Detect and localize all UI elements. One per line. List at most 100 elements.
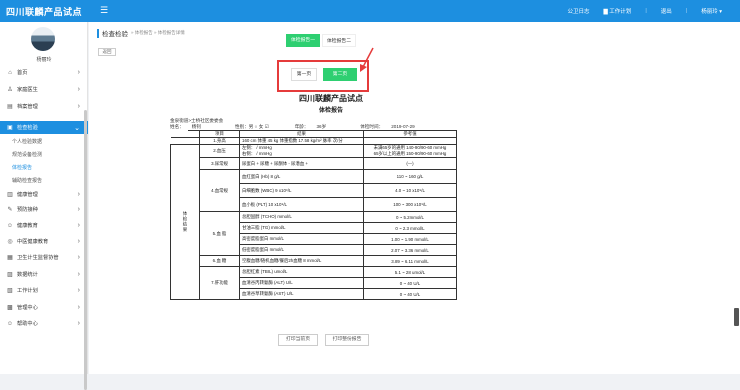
ref-cell: 0 ~ 40 U/L (363, 277, 457, 289)
ref-cell: 4.0 ~ 10 x10⁹/L (363, 183, 457, 198)
sidebar-item-3[interactable]: ▣ 检查检验 ⌄ (0, 121, 88, 134)
ref-cell: 0 ~ 2.3 mmol/L (363, 222, 457, 234)
nav-icon: ⌂ (8, 69, 12, 76)
page-2-button[interactable]: 第二页 (323, 68, 357, 81)
sidebar-item-label: 管理中心 (17, 305, 38, 311)
ref-cell (363, 137, 457, 145)
chevron-icon: › (77, 271, 80, 278)
sidebar-item-4[interactable]: ▥ 健康管理 › (0, 188, 88, 201)
ref-cell: (—) (363, 157, 457, 170)
ref-cell: 2.07 ~ 3.36 mmol/L (363, 244, 457, 256)
sidebar-item-5[interactable]: ✎ 预防接种 › (0, 203, 88, 216)
sidebar-item-2[interactable]: ▤ 档案管理 › (0, 100, 88, 113)
table-header: 项目 结果 参考值 (170, 130, 457, 138)
print-current-button[interactable]: 打印当前页 (278, 334, 318, 346)
table-row: 7.肝功能 总胆红素 (TBIL) umol/L 5.1 ~ 28 umol/L (171, 266, 457, 300)
ref-cell: 110 ~ 160 g/L (363, 169, 457, 184)
log-link[interactable]: 公卫日志 (568, 7, 590, 15)
sidebar-item-0[interactable]: ⌂ 首页 › (0, 66, 88, 79)
item-cell: 6.血 糖 (199, 255, 240, 267)
chevron-icon: › (77, 69, 80, 76)
result-cell: 甘油三脂 (TG) mmol/L (239, 222, 364, 234)
result-cell: 空腹血糖/随机血糖/餐后2h血糖 8 mmol/L (239, 255, 364, 267)
logout-link[interactable]: 退出 (661, 7, 672, 15)
result-cell: 白细胞数 (WBC) 9 x10⁹/L (239, 183, 364, 198)
sidebar-subitem-2[interactable]: 体检报告 (0, 162, 88, 173)
ref-cell: 1.00 ~ 1.90 mmol/L (363, 233, 457, 245)
sidebar-subitem-0[interactable]: 个人检验数据 (0, 136, 88, 147)
user-menu[interactable]: 杨丽玲 ▾ (701, 7, 722, 15)
sidebar-item-label: 检查检验 (17, 125, 38, 131)
result-cell: 血清谷草转氨酶 (AST) U/L (239, 288, 364, 300)
ref-cell: 5.1 ~ 28 umol/L (363, 266, 457, 278)
chevron-icon: › (77, 254, 80, 261)
breadcrumb-bar (97, 28, 99, 38)
report-tab-2[interactable]: 体检报告二 (322, 34, 356, 47)
report-tab-1[interactable]: 体检报告一 (286, 34, 320, 47)
item-cell: 2.血压 (199, 144, 240, 158)
header-cell: 项目 (199, 130, 240, 138)
item-cell: 4.血常规 (199, 169, 240, 212)
nav-icon: ▣ (7, 125, 13, 131)
sidebar-item-label: 档案管理 (17, 104, 38, 110)
sidebar-scrollbar[interactable] (84, 110, 87, 390)
nav-icon: ☺ (6, 320, 14, 327)
sidebar-item-12[interactable]: ☺ 帮助中心 › (0, 317, 88, 330)
side-cell (170, 130, 200, 138)
result-cell: 左侧： / mmHg 右侧： / mmHg (239, 144, 364, 158)
nav-icon: ▥ (7, 192, 13, 198)
result-cell: 低密度脂蛋白 mmol/L (239, 244, 364, 256)
sidebar-item-label: 健康教育 (17, 223, 38, 229)
sidebar-item-7[interactable]: ◎ 中医健康教育 › (0, 235, 88, 248)
menu-icon[interactable]: ☰ (100, 6, 110, 15)
avatar (31, 27, 55, 51)
item-cell: 1.身高 (199, 137, 240, 145)
plan-link[interactable]: ▇ 工作计划 (604, 7, 632, 15)
sidebar-item-label: 帮助中心 (17, 321, 38, 327)
brand-title: 四川联麟产品试点 (6, 7, 83, 17)
back-button[interactable]: 返回 (98, 48, 116, 56)
item-cell: 7.肝功能 (199, 266, 240, 300)
top-bar: 四川联麟产品试点 ☰ 公卫日志 ▇ 工作计划 | 退出 | 杨丽玲 ▾ (0, 0, 740, 22)
side-cell (170, 137, 200, 145)
sidebar-item-1[interactable]: ♙ 家庭医生 › (0, 83, 88, 96)
nav-icon: ▨ (7, 272, 13, 278)
report-subtitle: 体检报告 (318, 108, 343, 114)
user-name: 杨丽玲 (36, 57, 52, 63)
chevron-icon: › (77, 103, 80, 110)
sidebar-item-label: 卫生计生监督协管 (17, 255, 59, 261)
table-row: 1.身高 160 cm 体重 45 kg 体重指数 17.58 kg/m² 脉率 … (170, 137, 457, 145)
table-row: 6.血 糖空腹血糖/随机血糖/餐后2h血糖 8 mmol/L 3.89 ~ 6.1… (171, 255, 457, 267)
sidebar-item-label: 中医健康教育 (17, 239, 49, 245)
nav-icon: ▧ (7, 288, 13, 294)
sidebar-item-11[interactable]: ▩ 管理中心 › (0, 301, 88, 314)
sidebar-item-8[interactable]: ▦ 卫生计生监督协管 › (0, 251, 88, 264)
print-report-button[interactable]: 打印整份报告 (325, 334, 369, 346)
result-cell: 血小板 (PLT) 10 x10⁹/L (239, 197, 364, 212)
divider: | (645, 8, 647, 14)
sidebar-item-label: 工作计划 (17, 288, 38, 294)
item-cell: 5.血 脂 (199, 211, 240, 256)
chevron-icon: › (77, 304, 80, 311)
nav-icon: ♙ (7, 87, 13, 93)
page-scrollbar[interactable] (734, 308, 739, 326)
ref-cell: 0 ~ 5.2mmol/L (363, 211, 457, 223)
sidebar-item-9[interactable]: ▨ 数据统计 › (0, 268, 88, 281)
nav-icon: ☺ (6, 222, 14, 229)
chevron-icon: › (77, 238, 80, 245)
ref-cell: 0 ~ 40 U/L (363, 288, 457, 300)
chevron-icon: › (77, 191, 80, 198)
top-links: 公卫日志 ▇ 工作计划 | 退出 | 杨丽玲 ▾ (568, 7, 722, 15)
sidebar-subitem-3[interactable]: 辅助检查报告 (0, 175, 88, 186)
sidebar-item-10[interactable]: ▧ 工作计划 › (0, 284, 88, 297)
result-cell: 高密度脂蛋白 mmol/L (239, 233, 364, 245)
sidebar-item-label: 健康管理 (17, 192, 38, 198)
result-cell: 血红蛋白 (Hb) 8 g/L (239, 169, 364, 184)
sidebar-item-label: 首页 (17, 70, 28, 76)
table-row: 体检结果 2.血压 左侧： / mmHg 右侧： / mmHg 未满65岁的通用 14… (170, 144, 457, 300)
sidebar-subitem-1[interactable]: 规范设备检测 (0, 149, 88, 160)
page-1-button[interactable]: 第一页 (291, 68, 317, 81)
table-row: 5.血 脂总胆固醇 (TCHO) mmol/L 0 ~ 5.2mmol/L (171, 211, 457, 256)
ref-cell: 未满65岁的通用 140-90/90-60 mmHg 65岁以上的通用 150-… (363, 144, 457, 158)
sidebar-item-6[interactable]: ☺ 健康教育 › (0, 219, 88, 232)
